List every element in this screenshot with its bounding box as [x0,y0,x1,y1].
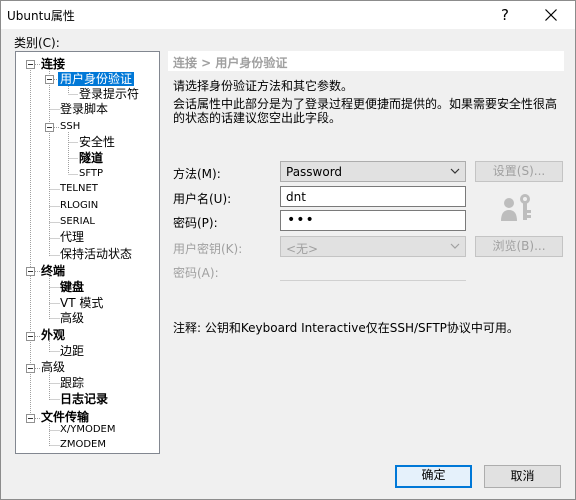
section-title: 连接 > 用户身份验证 [173,56,288,70]
close-button[interactable] [536,3,566,27]
properties-dialog: Ubuntu属性 ? 类别(C): 连接 用户身份验证 登录提示符 登录脚本 S… [0,0,576,500]
method-label: 方法(M): [173,167,221,181]
method-value: Password [286,165,343,179]
tree-item-connection[interactable]: 连接 [41,57,65,71]
expander-file-transfer-icon[interactable] [26,414,35,423]
passphrase-input[interactable] [280,260,466,281]
expander-terminal-icon[interactable] [26,267,35,276]
tree-item-user-auth[interactable]: 用户身份验证 [58,72,135,86]
tree-item-logging[interactable]: 日志记录 [60,392,108,406]
tree-item-xymodem[interactable]: X/YMODEM [60,423,115,437]
tree-item-proxy[interactable]: 代理 [60,230,84,244]
password-input[interactable]: ••• [280,210,466,231]
section-header: 连接 > 用户身份验证 [168,51,564,71]
user-key-value: <无> [286,242,319,256]
browse-button[interactable]: 浏览(B)... [475,236,563,257]
chevron-down-icon [450,168,460,174]
expander-appearance-icon[interactable] [26,332,35,341]
help-button[interactable]: ? [490,3,520,27]
tree-item-vt-mode[interactable]: VT 模式 [60,296,103,310]
category-tree[interactable]: 连接 用户身份验证 登录提示符 登录脚本 SSH 安全性 隧道 SFTP TEL… [15,51,160,454]
tree-item-security[interactable]: 安全性 [79,135,115,149]
username-value: dnt [286,190,306,204]
window-title: Ubuntu属性 [7,9,75,23]
password-label: 密码(P): [173,216,218,230]
title-bar: Ubuntu属性 ? [1,1,575,29]
tree-item-advanced-terminal[interactable]: 高级 [60,311,84,325]
password-value: ••• [287,212,315,228]
passphrase-label: 密码(A): [173,266,219,280]
settings-button[interactable]: 设置(S)... [475,161,563,182]
tree-item-keyboard[interactable]: 键盘 [60,280,84,294]
expander-user-auth-icon[interactable] [45,75,54,84]
description-line-1: 请选择身份验证方法和其它参数。 [173,79,354,93]
user-key-label: 用户密钥(K): [173,242,243,256]
close-icon [545,9,557,21]
username-input[interactable]: dnt [280,186,466,207]
tree-item-rlogin[interactable]: RLOGIN [60,199,98,213]
tree-item-login-script[interactable]: 登录脚本 [60,102,108,116]
user-key-icon [501,194,531,221]
category-label: 类别(C): [14,36,60,50]
tree-item-trace[interactable]: 跟踪 [60,376,84,390]
tree-item-login-prompts[interactable]: 登录提示符 [79,87,139,101]
note-text: 注释: 公钥和Keyboard Interactive仅在SSH/SFTP协议中… [173,321,519,335]
tree-item-keepalive[interactable]: 保持活动状态 [60,247,132,261]
tree-item-sftp[interactable]: SFTP [79,167,103,181]
tree-item-telnet[interactable]: TELNET [60,182,98,196]
chevron-down-icon [450,243,460,249]
tree-item-margin[interactable]: 边距 [60,344,84,358]
username-label: 用户名(U): [173,192,232,206]
ok-button[interactable]: 确定 [395,465,472,488]
expander-ssh-icon[interactable] [45,123,54,132]
tree-item-serial[interactable]: SERIAL [60,215,95,229]
expander-connection-icon[interactable] [26,60,35,69]
tree-item-appearance[interactable]: 外观 [41,328,65,342]
tree-item-file-transfer[interactable]: 文件传输 [41,410,89,424]
description-line-3: 的状态的话建议您空出此字段。 [173,111,342,125]
tree-item-zmodem[interactable]: ZMODEM [60,438,106,452]
tree-item-tunnel[interactable]: 隧道 [79,151,103,165]
expander-advanced-icon[interactable] [26,364,35,373]
tree-item-advanced[interactable]: 高级 [41,360,65,374]
tree-item-terminal[interactable]: 终端 [41,264,65,278]
tree-item-ssh[interactable]: SSH [60,120,80,134]
method-select[interactable]: Password [280,161,466,182]
cancel-button[interactable]: 取消 [484,465,561,488]
user-key-select[interactable]: <无> [280,236,466,257]
